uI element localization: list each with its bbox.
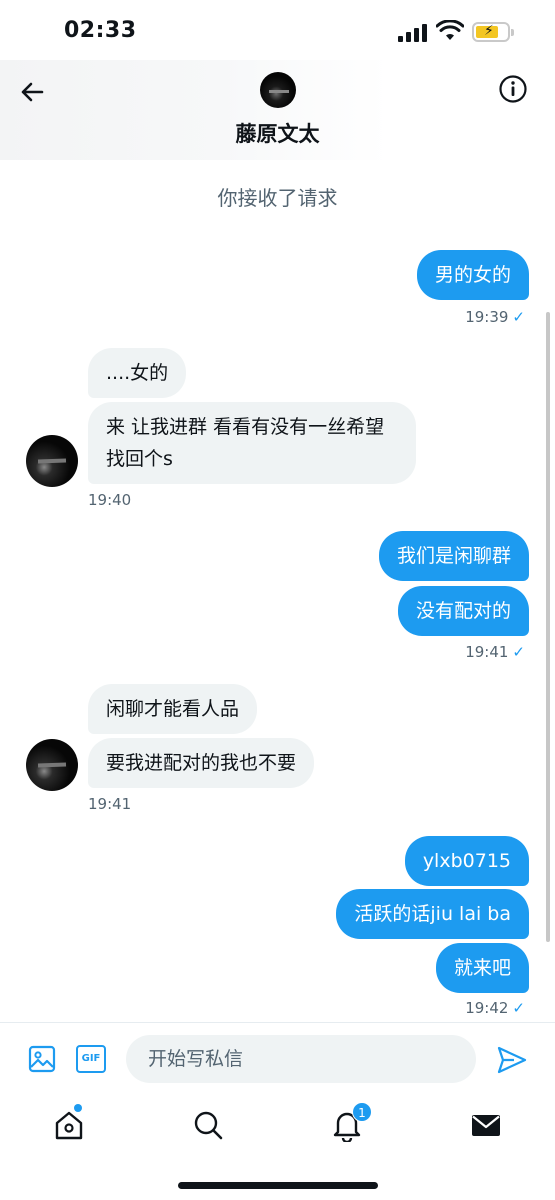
battery-icon: ⚡ [472, 22, 514, 42]
read-check-icon: ✓ [512, 308, 525, 326]
message-timestamp: 19:40 [88, 491, 132, 509]
message-timestamp: 19:41 [88, 795, 132, 813]
message-bubble-outgoing[interactable]: 就来吧 [435, 943, 529, 993]
message-bubble-outgoing[interactable]: 活跃的话jiu lai ba [336, 889, 529, 939]
send-icon[interactable] [496, 1045, 528, 1075]
conversation-header: 藤原文太 [0, 60, 555, 160]
search-icon[interactable] [191, 1108, 225, 1142]
bottom-navigation: 1 [0, 1096, 555, 1200]
message-bubble-outgoing[interactable]: ylxb0715 [404, 836, 529, 886]
message-bubble-incoming[interactable]: 来 让我进群 看看有没有一丝希望找回个s [88, 402, 416, 484]
mail-icon[interactable] [469, 1108, 503, 1142]
message-bubble-incoming[interactable]: ....女的 [88, 348, 187, 398]
image-icon[interactable] [28, 1045, 56, 1073]
read-check-icon: ✓ [512, 999, 525, 1017]
wifi-icon [436, 20, 464, 40]
home-notification-dot [74, 1104, 82, 1112]
message-timestamp: 19:42 ✓ [465, 999, 525, 1017]
home-indicator[interactable] [178, 1182, 378, 1189]
status-bar: 02:33 ⚡ [0, 0, 555, 60]
back-arrow-icon[interactable] [16, 76, 48, 108]
message-timestamp: 19:41 ✓ [465, 643, 525, 661]
message-input[interactable]: 开始写私信 [126, 1035, 476, 1083]
message-bubble-incoming[interactable]: 闲聊才能看人品 [88, 684, 258, 734]
info-icon[interactable] [498, 74, 528, 104]
message-bubble-incoming[interactable]: 要我进配对的我也不要 [88, 738, 315, 788]
message-timestamp: 19:39 ✓ [465, 308, 525, 326]
notification-badge: 1 [352, 1102, 372, 1122]
contact-avatar[interactable] [26, 435, 78, 487]
message-bubble-outgoing[interactable]: 没有配对的 [397, 586, 529, 636]
message-bubble-outgoing[interactable]: 我们是闲聊群 [378, 531, 529, 581]
message-composer: GIF 开始写私信 [0, 1022, 555, 1096]
message-bubble-outgoing[interactable]: 男的女的 [416, 250, 529, 300]
read-check-icon: ✓ [512, 643, 525, 661]
gif-icon[interactable]: GIF [76, 1045, 106, 1073]
clock-time: 02:33 [64, 18, 137, 43]
contact-avatar[interactable] [26, 739, 78, 791]
cellular-signal-icon [398, 24, 428, 42]
contact-avatar[interactable] [260, 72, 296, 108]
scrollbar[interactable] [546, 312, 550, 942]
contact-name[interactable]: 藤原文太 [0, 118, 555, 148]
home-icon[interactable] [52, 1108, 86, 1142]
request-accepted-note: 你接收了请求 [217, 186, 338, 210]
